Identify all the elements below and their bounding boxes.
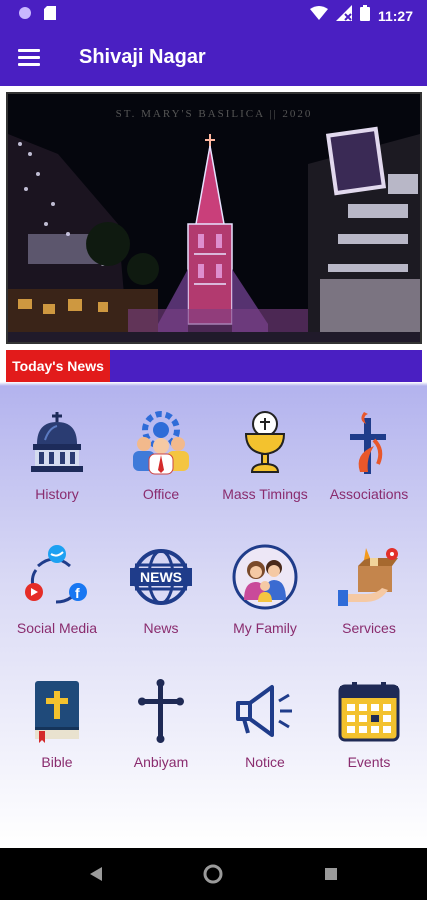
church-dome-icon — [22, 408, 92, 478]
tile-label: History — [35, 486, 79, 502]
news-ticker[interactable]: Today's News — [6, 350, 422, 382]
home-icon — [203, 864, 223, 884]
page-title: Shivaji Nagar — [79, 46, 206, 68]
tile-label: Notice — [245, 754, 285, 770]
bible-icon — [22, 676, 92, 746]
tile-label: My Family — [233, 620, 297, 636]
tile-label: Services — [342, 620, 396, 636]
recents-button[interactable] — [318, 862, 344, 886]
news-globe-icon: NEWS — [126, 542, 196, 612]
family-icon — [230, 542, 300, 612]
megaphone-icon — [230, 676, 300, 746]
tile-notice[interactable]: Notice — [213, 676, 317, 770]
tile-label: Bible — [41, 754, 73, 770]
tile-history[interactable]: History — [5, 408, 109, 502]
sd-card-icon — [44, 6, 56, 25]
svg-text:f: f — [75, 585, 80, 601]
chalice-icon — [230, 408, 300, 478]
tile-label: Events — [347, 754, 391, 770]
tile-label: Social Media — [16, 620, 98, 636]
dove-cross-icon — [334, 408, 404, 478]
notification-dot-icon — [18, 6, 32, 25]
signal-icon — [335, 5, 352, 26]
menu-icon-line — [18, 48, 40, 52]
cross-icon — [126, 676, 196, 746]
svg-text:NEWS: NEWS — [140, 569, 182, 585]
tile-news[interactable]: NEWS News — [109, 542, 213, 636]
tile-associations[interactable]: Associations — [317, 408, 421, 502]
tile-label: Anbiyam — [133, 754, 189, 770]
tile-label: Associations — [329, 486, 409, 502]
main-content: ST. MARY'S BASILICA || 2020 Today's News… — [0, 86, 427, 848]
tile-bible[interactable]: Bible — [5, 676, 109, 770]
status-time: 11:27 — [377, 7, 413, 24]
tile-label: Mass Timings — [222, 486, 308, 502]
tile-anbiyam[interactable]: Anbiyam — [109, 676, 213, 770]
office-people-icon — [126, 408, 196, 478]
back-icon — [90, 867, 102, 881]
menu-button[interactable] — [18, 44, 44, 70]
tile-mass-timings[interactable]: Mass Timings — [213, 408, 317, 502]
calendar-icon — [334, 676, 404, 746]
back-button[interactable] — [83, 862, 109, 886]
basilica-night-image — [8, 94, 420, 342]
news-label: Today's News — [6, 350, 110, 382]
tile-label: News — [143, 620, 179, 636]
tile-my-family[interactable]: My Family — [213, 542, 317, 636]
tile-services[interactable]: Services — [317, 542, 421, 636]
tile-label: Office — [142, 486, 180, 502]
recents-icon — [325, 868, 337, 880]
tile-office[interactable]: Office — [109, 408, 213, 502]
tile-social-media[interactable]: f Social Media — [5, 542, 109, 636]
battery-icon — [359, 5, 370, 26]
system-nav-bar — [0, 848, 427, 900]
banner-caption: ST. MARY'S BASILICA || 2020 — [115, 108, 313, 120]
social-network-icon: f — [22, 542, 92, 612]
menu-icon-line — [18, 62, 40, 66]
wifi-icon — [309, 6, 328, 25]
banner-image[interactable]: ST. MARY'S BASILICA || 2020 — [6, 92, 422, 344]
home-button[interactable] — [200, 862, 226, 886]
tile-events[interactable]: Events — [317, 676, 421, 770]
app-bar: Shivaji Nagar — [0, 28, 427, 86]
services-box-icon — [334, 542, 404, 612]
menu-icon-line — [18, 55, 40, 59]
status-bar: 11:27 — [0, 0, 427, 28]
